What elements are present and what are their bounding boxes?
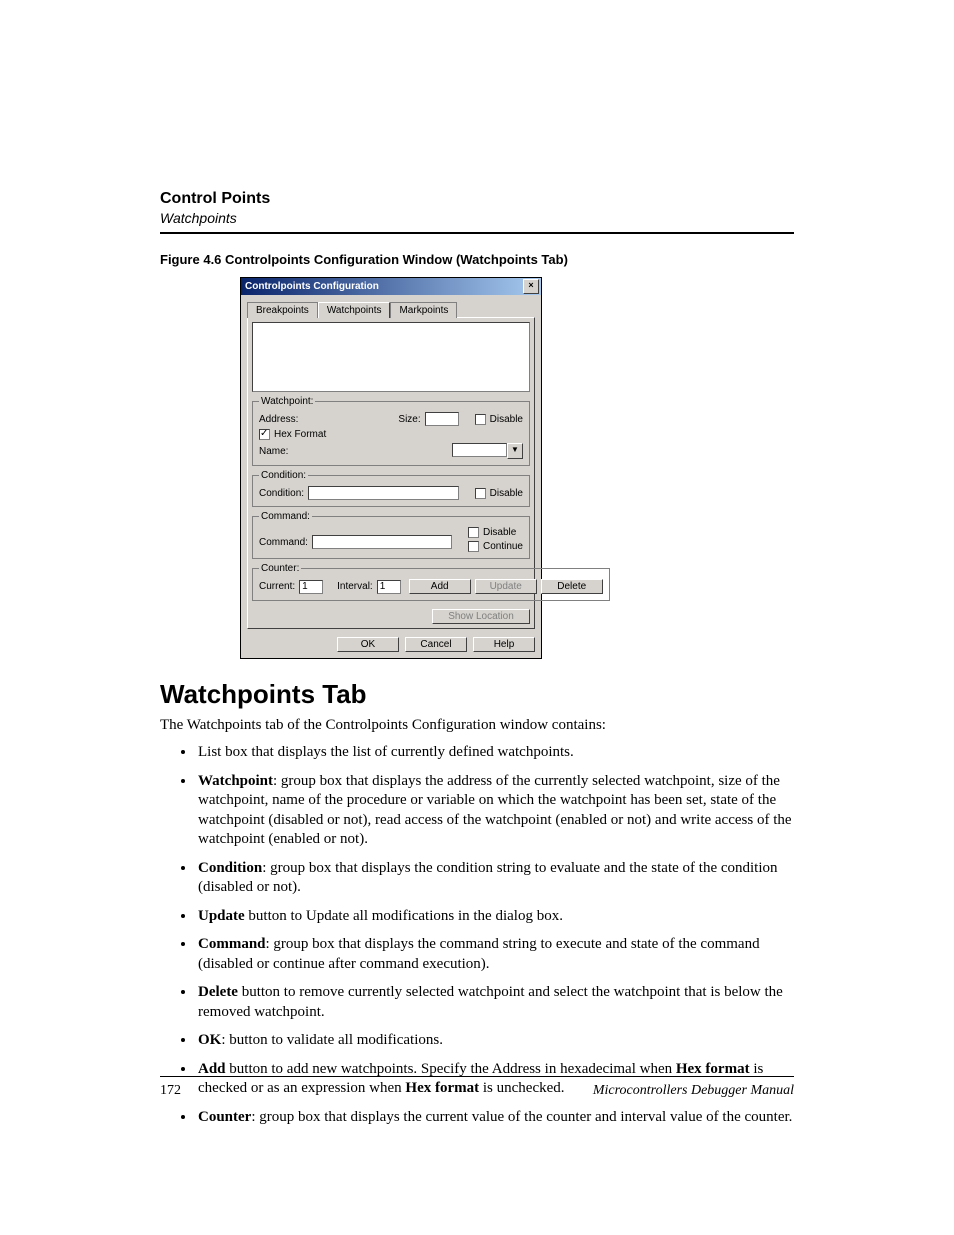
ok-button[interactable]: OK [337,637,399,652]
header-title: Control Points [160,190,794,208]
condition-group: Condition: Condition: Disable [252,470,530,507]
add-button[interactable]: Add [409,579,471,594]
size-label: Size: [398,414,420,425]
command-continue-checkbox[interactable] [468,541,479,552]
size-input[interactable] [425,412,459,426]
list-item: List box that displays the list of curre… [196,743,794,763]
watchpoint-legend: Watchpoint: [259,396,315,407]
current-label: Current: [259,581,295,592]
list-item: Counter: group box that displays the cur… [196,1108,794,1128]
list-item: Update button to Update all modification… [196,907,794,927]
condition-legend: Condition: [259,470,308,481]
tab-breakpoints[interactable]: Breakpoints [247,302,318,318]
list-item: Condition: group box that displays the c… [196,859,794,898]
watchpoint-disable-label: Disable [490,414,523,425]
command-continue-label: Continue [483,541,523,552]
figure-caption: Figure 4.6 Controlpoints Configuration W… [160,252,794,267]
manual-title: Microcontrollers Debugger Manual [593,1083,794,1099]
chevron-down-icon[interactable]: ▼ [507,443,523,459]
tab-watchpoints[interactable]: Watchpoints [318,302,391,318]
counter-group: Counter: Current: 1 Interval: 1 Add Upda… [252,563,610,601]
command-legend: Command: [259,511,312,522]
command-label: Command: [259,537,308,548]
controlpoints-dialog: Controlpoints Configuration × Breakpoint… [240,277,542,659]
page-footer: 172 Microcontrollers Debugger Manual [160,1076,794,1099]
tab-markpoints[interactable]: Markpoints [390,302,457,318]
list-item: Delete button to remove currently select… [196,983,794,1022]
list-item: OK: button to validate all modifications… [196,1031,794,1051]
page-number: 172 [160,1083,181,1099]
footer-rule [160,1076,794,1077]
counter-legend: Counter: [259,563,301,574]
section-heading: Watchpoints Tab [160,679,794,710]
condition-input[interactable] [308,486,459,500]
section-intro: The Watchpoints tab of the Controlpoints… [160,716,794,735]
show-location-button[interactable]: Show Location [432,609,530,624]
watchpoint-disable-checkbox[interactable] [475,414,486,425]
name-label: Name: [259,446,288,457]
interval-label: Interval: [337,581,373,592]
address-label: Address: [259,414,298,425]
dialog-title: Controlpoints Configuration [245,281,379,292]
watchpoints-listbox[interactable] [252,322,530,392]
command-input[interactable] [312,535,452,549]
name-dropdown[interactable]: ▼ [452,443,523,459]
help-button[interactable]: Help [473,637,535,652]
cancel-button[interactable]: Cancel [405,637,467,652]
command-disable-label: Disable [483,527,516,538]
hexformat-checkbox[interactable] [259,429,270,440]
dialog-titlebar[interactable]: Controlpoints Configuration × [241,278,541,295]
condition-label: Condition: [259,488,304,499]
hexformat-label: Hex Format [274,429,326,440]
delete-button[interactable]: Delete [541,579,603,594]
condition-disable-checkbox[interactable] [475,488,486,499]
close-icon[interactable]: × [523,279,539,294]
list-item: Command: group box that displays the com… [196,935,794,974]
condition-disable-label: Disable [490,488,523,499]
header-subtitle: Watchpoints [160,210,794,226]
command-disable-checkbox[interactable] [468,527,479,538]
current-input[interactable]: 1 [299,580,323,594]
watchpoint-group: Watchpoint: Address: Size: Disable [252,396,530,466]
update-button[interactable]: Update [475,579,537,594]
command-group: Command: Command: Disable [252,511,530,559]
bullet-list: List box that displays the list of curre… [196,743,794,1127]
list-item: Watchpoint: group box that displays the … [196,772,794,850]
header-rule [160,232,794,234]
page-header: Control Points Watchpoints [160,190,794,234]
interval-input[interactable]: 1 [377,580,401,594]
